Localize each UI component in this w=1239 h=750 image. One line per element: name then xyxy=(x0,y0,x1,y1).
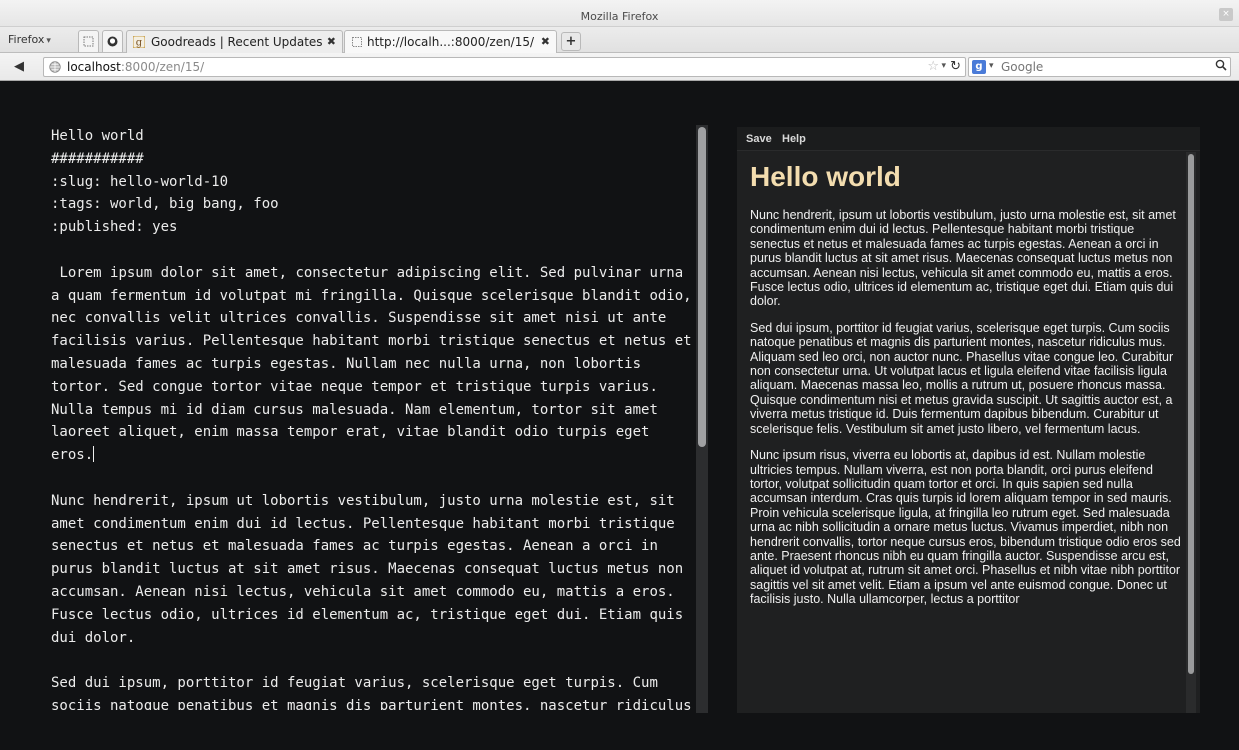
preview-paragraph: Nunc hendrerit, ipsum ut lobortis vestib… xyxy=(750,208,1176,309)
globe-icon xyxy=(49,61,61,73)
editor-text: Hello world ########### :slug: hello-wor… xyxy=(51,128,692,464)
help-button[interactable]: Help xyxy=(782,133,806,145)
blank-page-icon xyxy=(83,36,94,47)
search-icon[interactable] xyxy=(1212,59,1230,75)
goodreads-favicon-icon: g xyxy=(133,36,145,48)
url-host: localhost xyxy=(67,60,121,74)
svg-text:g: g xyxy=(136,38,143,49)
new-tab-button[interactable]: + xyxy=(561,32,581,51)
preview-paragraph: Sed dui ipsum, porttitor id feugiat vari… xyxy=(750,320,1174,436)
window-titlebar: Mozilla Firefox × xyxy=(0,0,1239,27)
tab-goodreads[interactable]: g Goodreads | Recent Updates ✖ xyxy=(126,30,343,53)
github-icon xyxy=(107,36,118,47)
blank-page-icon xyxy=(352,37,362,47)
google-engine-icon[interactable]: g xyxy=(972,60,986,74)
preview-panel: Save Help Hello world Nunc hendrerit, ip… xyxy=(737,127,1200,713)
tab-label: http://localh...:8000/zen/15/ xyxy=(367,35,535,49)
chevron-down-icon[interactable]: ▾ xyxy=(989,61,994,71)
window-title: Mozilla Firefox xyxy=(580,10,659,23)
pinned-tab-1[interactable] xyxy=(78,30,99,52)
preview-scrollbar-thumb[interactable] xyxy=(1188,154,1194,674)
markdown-editor[interactable]: Hello world ########### :slug: hello-wor… xyxy=(51,125,696,710)
preview-paragraph: Nunc ipsum risus, viverra eu lobortis at… xyxy=(750,448,1181,607)
navigation-bar: ◀ localhost:8000/zen/15/ ☆ ▾ ↻ g ▾ xyxy=(0,53,1239,81)
preview-scrollbar[interactable] xyxy=(1186,152,1196,713)
reload-icon[interactable]: ↻ xyxy=(950,59,961,74)
editor-scrollbar[interactable] xyxy=(696,125,708,713)
search-bar[interactable]: g ▾ xyxy=(968,57,1231,77)
preview-content: Hello world Nunc hendrerit, ipsum ut lob… xyxy=(750,160,1182,619)
tab-localhost[interactable]: http://localh...:8000/zen/15/ ✖ xyxy=(344,30,557,53)
magnifier-icon xyxy=(1215,59,1227,71)
url-text: localhost:8000/zen/15/ xyxy=(67,60,204,74)
firefox-menu-label: Firefox xyxy=(8,33,45,46)
tab-label: Goodreads | Recent Updates xyxy=(151,35,323,49)
back-button[interactable]: ◀ xyxy=(14,59,24,74)
window-close-button[interactable]: × xyxy=(1219,8,1233,21)
chevron-down-icon: ▾ xyxy=(46,36,51,46)
preview-toolbar: Save Help xyxy=(737,127,1200,151)
tab-strip: Firefox ▾ g Goodreads | Recent Updates ✖ … xyxy=(0,27,1239,53)
editor-scrollbar-thumb[interactable] xyxy=(698,127,706,447)
chevron-down-icon[interactable]: ▾ xyxy=(941,61,946,71)
text-caret xyxy=(93,446,95,463)
bookmark-star-icon[interactable]: ☆ xyxy=(927,59,939,74)
pinned-tab-github[interactable] xyxy=(102,30,123,52)
editor-text-rest: Nunc hendrerit, ipsum ut lobortis vestib… xyxy=(51,492,692,710)
search-input[interactable] xyxy=(1001,59,1201,75)
firefox-menu-button[interactable]: Firefox ▾ xyxy=(8,33,51,46)
url-path: :8000/zen/15/ xyxy=(120,60,205,74)
tab-close-icon[interactable]: ✖ xyxy=(327,35,336,48)
tab-close-icon[interactable]: ✖ xyxy=(541,35,550,48)
url-bar[interactable]: localhost:8000/zen/15/ ☆ ▾ ↻ xyxy=(43,57,966,77)
preview-title: Hello world xyxy=(750,161,901,192)
save-button[interactable]: Save xyxy=(746,133,772,145)
